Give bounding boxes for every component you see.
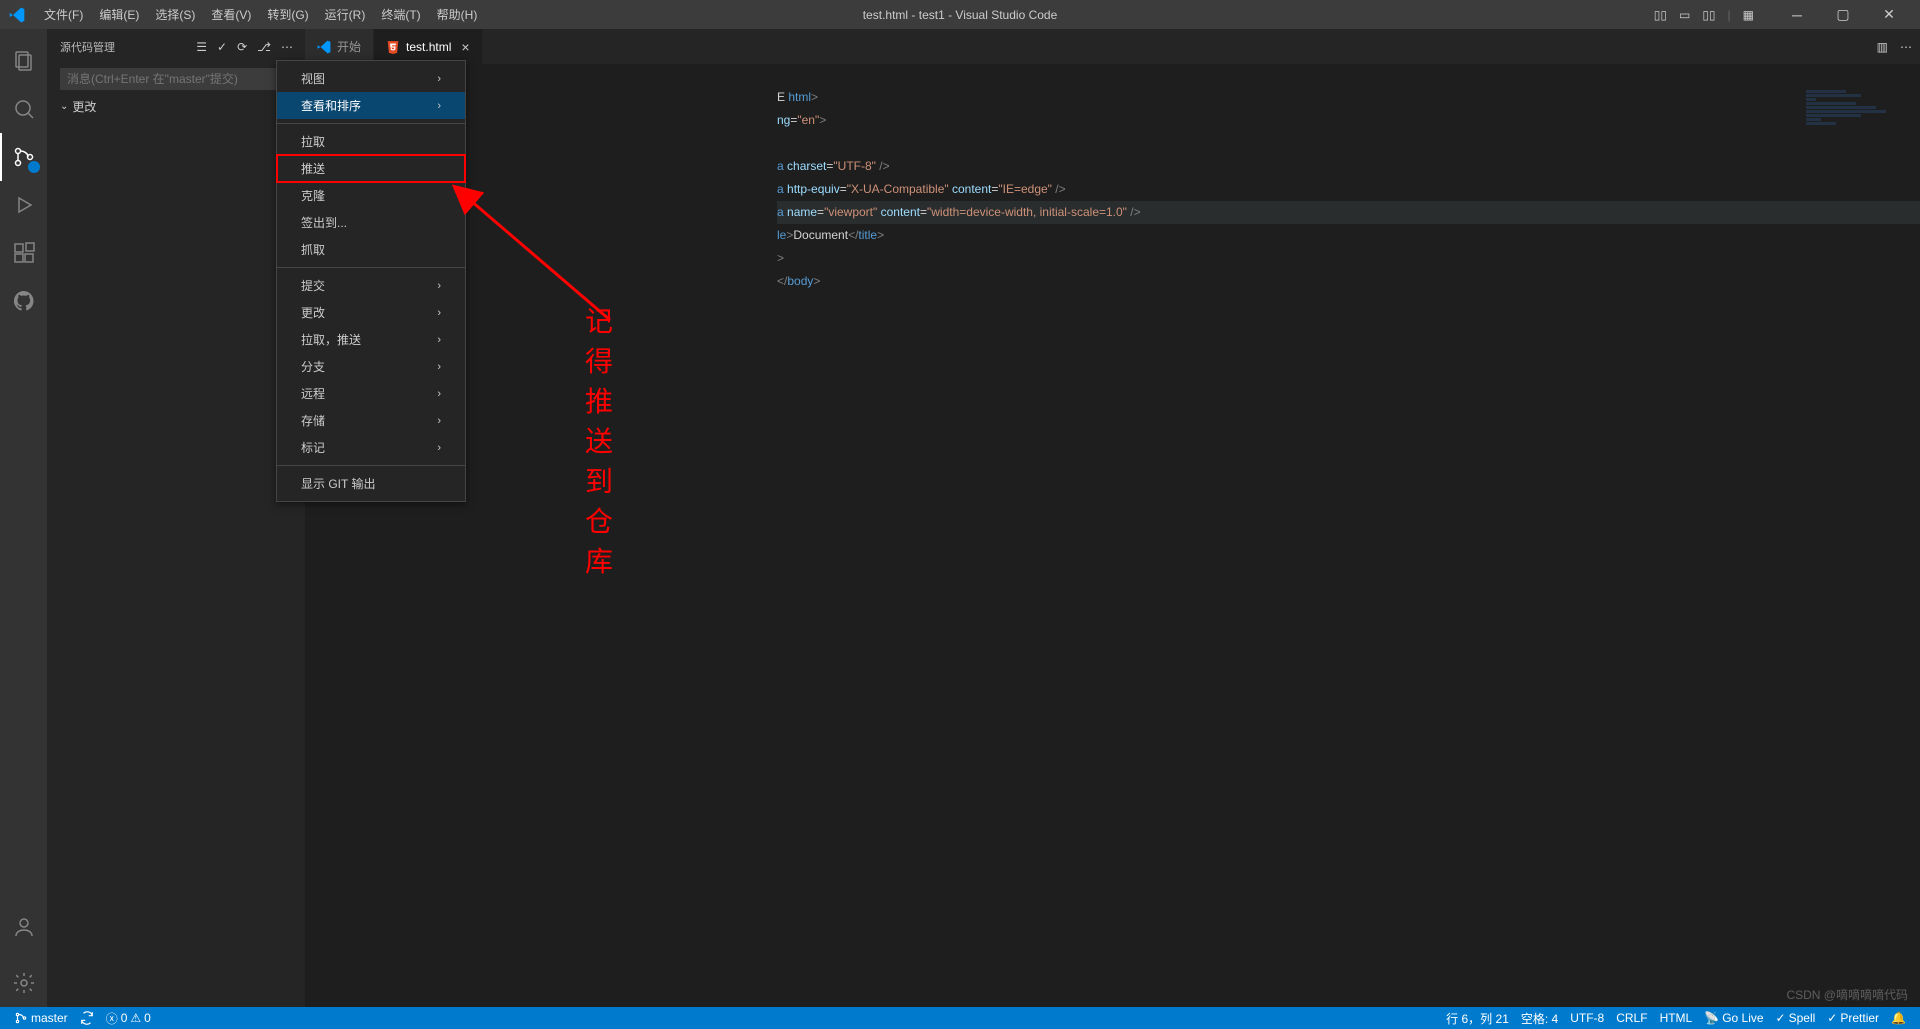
commit-message-input[interactable] — [60, 68, 293, 90]
tab-welcome-label: 开始 — [337, 38, 361, 55]
menu-goto[interactable]: 转到(G) — [259, 2, 316, 27]
chevron-right-icon: › — [437, 334, 441, 346]
menu-file[interactable]: 文件(F) — [36, 2, 91, 27]
search-icon[interactable] — [0, 85, 48, 133]
menu-item-branch[interactable]: 分支› — [277, 353, 465, 380]
status-problems[interactable]: ⓧ0 ⚠0 — [100, 1010, 157, 1027]
split-editor-icon[interactable]: ▥ — [1877, 40, 1888, 54]
menu-item-view[interactable]: 视图› — [277, 65, 465, 92]
minimap[interactable] — [1806, 89, 1906, 209]
menu-item-fetch[interactable]: 抓取 — [277, 236, 465, 263]
github-icon[interactable] — [0, 277, 48, 325]
menubar: 文件(F) 编辑(E) 选择(S) 查看(V) 转到(G) 运行(R) 终端(T… — [36, 2, 485, 27]
status-lang[interactable]: HTML — [1654, 1010, 1699, 1027]
accounts-icon[interactable] — [0, 903, 48, 951]
chevron-down-icon: ⌄ — [60, 101, 68, 112]
explorer-icon[interactable] — [0, 37, 48, 85]
menu-item-push[interactable]: 推送 — [277, 155, 465, 182]
menu-item-commit[interactable]: 提交› — [277, 272, 465, 299]
tab-welcome[interactable]: 开始 — [305, 29, 374, 64]
code-editor[interactable]: E html>ng="en">a charset="UTF-8" />a htt… — [305, 86, 1920, 1007]
layout-bottom-icon[interactable]: ▭ — [1679, 8, 1690, 22]
menu-item-changes[interactable]: 更改› — [277, 299, 465, 326]
menu-item-stash[interactable]: 存储› — [277, 407, 465, 434]
editor-more-icon[interactable]: ⋯ — [1900, 40, 1912, 54]
menu-item-pull[interactable]: 拉取 — [277, 128, 465, 155]
scm-changes-label: 更改 — [72, 98, 96, 115]
minimize-button[interactable]: ─ — [1774, 0, 1820, 29]
menu-separator — [277, 465, 465, 466]
scm-commit-icon[interactable]: ✓ — [217, 40, 227, 54]
scm-refresh-icon[interactable]: ⟳ — [237, 40, 247, 54]
titlebar: 文件(F) 编辑(E) 选择(S) 查看(V) 转到(G) 运行(R) 终端(T… — [0, 0, 1920, 29]
chevron-right-icon: › — [437, 100, 441, 112]
tab-testhtml-label: test.html — [406, 40, 451, 54]
watermark: CSDN @嘀嘀嘀嘀代码 — [1786, 986, 1908, 1003]
menu-item-remote[interactable]: 远程› — [277, 380, 465, 407]
activity-bar — [0, 29, 48, 1007]
window-title: test.html - test1 - Visual Studio Code — [863, 8, 1058, 22]
tab-testhtml[interactable]: test.html × — [374, 29, 483, 64]
menu-item-pull-push[interactable]: 拉取，推送› — [277, 326, 465, 353]
extensions-icon[interactable] — [0, 229, 48, 277]
tab-close-icon[interactable]: × — [461, 39, 469, 55]
menu-edit[interactable]: 编辑(E) — [91, 2, 147, 27]
menu-item-clone[interactable]: 克隆 — [277, 182, 465, 209]
source-control-icon[interactable] — [0, 133, 48, 181]
menu-view[interactable]: 查看(V) — [203, 2, 259, 27]
menu-item-checkout[interactable]: 签出到... — [277, 209, 465, 236]
debug-icon[interactable] — [0, 181, 48, 229]
vscode-logo-icon — [8, 6, 26, 24]
status-sync[interactable] — [74, 1011, 100, 1025]
menu-run[interactable]: 运行(R) — [317, 2, 374, 27]
menu-separator — [277, 267, 465, 268]
chevron-right-icon: › — [437, 307, 441, 319]
menu-help[interactable]: 帮助(H) — [429, 2, 486, 27]
status-spell[interactable]: ✓Spell — [1770, 1010, 1822, 1027]
scm-tree-icon[interactable]: ☰ — [196, 40, 207, 54]
settings-gear-icon[interactable] — [0, 959, 48, 1007]
layout-right-icon[interactable]: ▯▯ — [1702, 8, 1715, 22]
sidebar-scm: 源代码管理 ☰ ✓ ⟳ ⎇ ⋯ ⌄ 更改 — [48, 29, 305, 1007]
menu-item-view-sort[interactable]: 查看和排序› — [277, 92, 465, 119]
status-golive[interactable]: 📡Go Live — [1698, 1010, 1769, 1027]
chevron-right-icon: › — [437, 73, 441, 85]
layout-customize-icon[interactable]: ▦ — [1743, 8, 1754, 22]
statusbar: master ⓧ0 ⚠0 行 6，列 21 空格: 4 UTF-8 CRLF H… — [0, 1007, 1920, 1029]
status-line-col[interactable]: 行 6，列 21 — [1440, 1010, 1515, 1027]
scm-context-menu: 视图› 查看和排序› 拉取 推送 克隆 签出到... 抓取 提交› 更改› 拉取… — [276, 60, 466, 502]
menu-separator — [277, 123, 465, 124]
status-eol[interactable]: CRLF — [1610, 1010, 1653, 1027]
scm-branch-icon[interactable]: ⎇ — [257, 40, 271, 54]
status-branch[interactable]: master — [8, 1011, 74, 1025]
status-notifications-icon[interactable]: 🔔 — [1885, 1010, 1912, 1027]
sidebar-title: 源代码管理 — [60, 39, 115, 55]
chevron-right-icon: › — [437, 442, 441, 454]
status-encoding[interactable]: UTF-8 — [1564, 1010, 1610, 1027]
close-button[interactable]: ✕ — [1866, 0, 1912, 29]
editor-tabs: 开始 test.html × ▥ ⋯ — [305, 29, 1920, 64]
editor-area: 开始 test.html × ▥ ⋯ › head › meta E html>… — [305, 29, 1920, 1007]
menu-item-tags[interactable]: 标记› — [277, 434, 465, 461]
menu-select[interactable]: 选择(S) — [147, 2, 203, 27]
breadcrumbs[interactable]: › head › meta — [305, 64, 1920, 86]
layout-left-icon[interactable]: ▯▯ — [1654, 8, 1667, 22]
chevron-right-icon: › — [437, 415, 441, 427]
menu-item-show-git-output[interactable]: 显示 GIT 输出 — [277, 470, 465, 497]
scm-badge — [28, 161, 40, 173]
status-spaces[interactable]: 空格: 4 — [1515, 1010, 1564, 1027]
maximize-button[interactable]: ▢ — [1820, 0, 1866, 29]
chevron-right-icon: › — [437, 280, 441, 292]
chevron-right-icon: › — [437, 388, 441, 400]
status-prettier[interactable]: ✓Prettier — [1821, 1010, 1885, 1027]
scm-more-icon[interactable]: ⋯ — [281, 40, 293, 54]
scm-changes-section[interactable]: ⌄ 更改 — [48, 94, 305, 119]
chevron-right-icon: › — [437, 361, 441, 373]
menu-terminal[interactable]: 终端(T) — [373, 2, 428, 27]
